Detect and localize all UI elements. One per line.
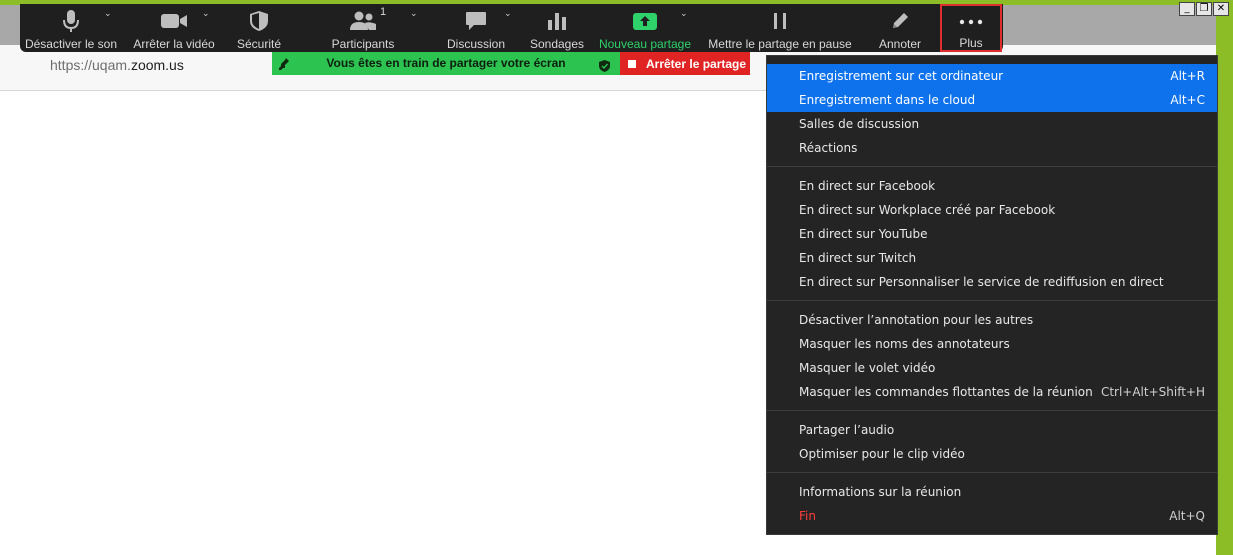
menu-item-hide-video-panel[interactable]: Masquer le volet vidéo [767,356,1217,380]
mute-label: Désactiver le son [24,37,118,51]
sharing-status-banner: Vous êtes en train de partager votre écr… [272,52,620,75]
menu-divider [767,166,1217,167]
more-button[interactable]: Plus [940,4,1002,52]
security-button[interactable]: Sécurité [226,4,292,52]
video-camera-icon [160,8,188,34]
polls-button[interactable]: Sondages [524,4,590,52]
participants-button[interactable]: Participants [320,4,406,52]
minimize-button[interactable]: _ [1179,2,1195,16]
chat-bubble-icon [465,8,487,34]
close-button[interactable]: ✕ [1213,2,1229,16]
stop-square-icon [628,59,636,68]
more-label: Plus [959,36,983,50]
menu-item-record-cloud[interactable]: Enregistrement dans le cloud Alt+C [767,88,1217,112]
participants-label: Participants [331,37,395,51]
menu-item-reactions[interactable]: Réactions [767,136,1217,160]
chevron-down-icon[interactable]: ⌄ [680,9,688,19]
menu-item-live-twitch[interactable]: En direct sur Twitch [767,246,1217,270]
pause-share-button[interactable]: Mettre le partage en pause [708,4,852,52]
pause-share-label: Mettre le partage en pause [708,37,852,51]
chat-label: Discussion [446,37,506,51]
chevron-down-icon[interactable]: ⌄ [104,9,112,19]
stop-sharing-button[interactable]: Arrêter le partage [620,52,750,75]
menu-item-share-audio[interactable]: Partager l’audio [767,418,1217,442]
chevron-down-icon[interactable]: ⌄ [504,9,512,19]
polls-label: Sondages [529,37,585,51]
more-dots-icon [959,10,983,33]
shield-check-icon [599,57,610,76]
participants-count: 1 [380,6,387,18]
menu-item-end-meeting[interactable]: Fin Alt+Q [767,504,1217,528]
microphone-icon [63,8,79,34]
menu-item-disable-annotation[interactable]: Désactiver l’annotation pour les autres [767,308,1217,332]
stop-video-label: Arrêter la vidéo [133,37,215,51]
address-url[interactable]: https://uqam.zoom.us [50,57,184,73]
shield-icon [249,8,269,34]
menu-item-meeting-info[interactable]: Informations sur la réunion [767,480,1217,504]
security-label: Sécurité [236,37,282,51]
menu-item-record-local[interactable]: Enregistrement sur cet ordinateur Alt+R [767,64,1217,88]
sharing-status-text: Vous êtes en train de partager votre écr… [326,56,566,70]
chevron-down-icon[interactable]: ⌄ [202,9,210,19]
chevron-down-icon[interactable]: ⌄ [410,9,418,19]
menu-item-hide-floating-controls[interactable]: Masquer les commandes flottantes de la r… [767,380,1217,404]
pause-icon [772,8,788,34]
menu-item-live-custom[interactable]: En direct sur Personnaliser le service d… [767,270,1217,294]
menu-item-optimize-video[interactable]: Optimiser pour le clip vidéo [767,442,1217,466]
share-screen-icon [632,8,658,34]
annotate-label: Annoter [878,37,922,51]
menu-item-hide-annotator-names[interactable]: Masquer les noms des annotateurs [767,332,1217,356]
participants-icon [349,8,377,34]
menu-divider [767,472,1217,473]
chat-button[interactable]: Discussion [440,4,512,52]
window-accent-right [1216,0,1233,555]
annotate-button[interactable]: Annoter [870,4,930,52]
menu-divider [767,300,1217,301]
pencil-icon [890,8,910,34]
menu-item-live-facebook[interactable]: En direct sur Facebook [767,174,1217,198]
menu-divider [767,410,1217,411]
menu-item-live-youtube[interactable]: En direct sur YouTube [767,222,1217,246]
stop-sharing-label: Arrêter le partage [646,56,747,71]
restore-button[interactable]: ❐ [1196,2,1212,16]
new-share-label: Nouveau partage [598,37,692,51]
menu-item-live-workplace[interactable]: En direct sur Workplace créé par Faceboo… [767,198,1217,222]
meeting-toolbar: Désactiver le son ⌄ Arrêter la vidéo ⌄ S… [20,4,1003,52]
menu-item-breakout-rooms[interactable]: Salles de discussion [767,112,1217,136]
window-controls: _ ❐ ✕ [1179,2,1229,16]
poll-bars-icon [547,8,567,34]
more-options-menu: Enregistrement sur cet ordinateur Alt+R … [766,55,1218,535]
